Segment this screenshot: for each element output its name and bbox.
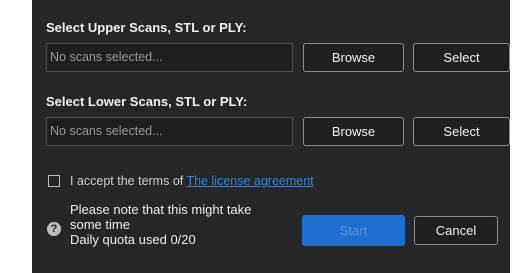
lower-scans-label: Select Lower Scans, STL or PLY: bbox=[46, 94, 248, 109]
lower-browse-button[interactable]: Browse bbox=[303, 117, 404, 146]
lower-scans-field[interactable]: No scans selected... bbox=[46, 117, 293, 146]
note-line-1: Please note that this might take bbox=[70, 202, 252, 217]
upper-scans-label: Select Upper Scans, STL or PLY: bbox=[46, 20, 247, 35]
accept-terms-text: I accept the terms of The license agreem… bbox=[70, 174, 314, 188]
note-line-2: some time bbox=[70, 217, 130, 232]
accept-terms-checkbox[interactable] bbox=[48, 175, 60, 187]
daily-quota-text: Daily quota used 0/20 bbox=[70, 232, 196, 247]
license-agreement-link[interactable]: The license agreement bbox=[187, 174, 314, 188]
upper-browse-button[interactable]: Browse bbox=[303, 43, 404, 72]
start-button[interactable]: Start bbox=[302, 215, 405, 246]
upper-scans-field[interactable]: No scans selected... bbox=[46, 43, 293, 72]
upper-select-button[interactable]: Select bbox=[413, 43, 510, 72]
accept-terms-label: I accept the terms of bbox=[70, 174, 184, 188]
cancel-button[interactable]: Cancel bbox=[414, 216, 498, 245]
lower-select-button[interactable]: Select bbox=[413, 117, 510, 146]
processing-note: Please note that this might take some ti… bbox=[70, 202, 251, 247]
help-icon: ? bbox=[47, 222, 61, 236]
scan-upload-panel: Select Upper Scans, STL or PLY: No scans… bbox=[32, 0, 510, 273]
